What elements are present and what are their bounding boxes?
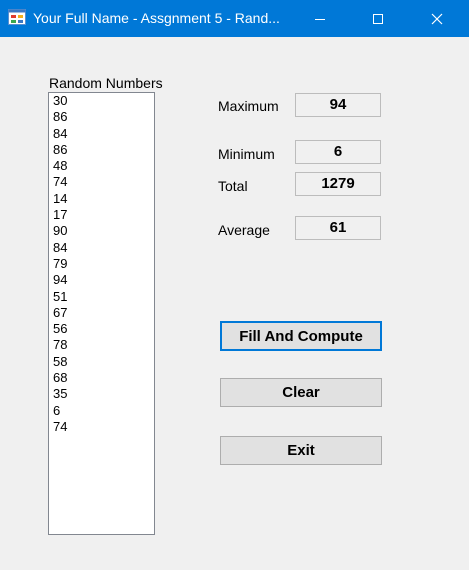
fill-and-compute-button[interactable]: Fill And Compute — [220, 321, 382, 351]
list-item[interactable]: 86 — [49, 142, 154, 158]
list-item[interactable]: 84 — [49, 126, 154, 142]
list-item[interactable]: 90 — [49, 223, 154, 239]
list-item[interactable]: 68 — [49, 370, 154, 386]
list-item[interactable]: 79 — [49, 256, 154, 272]
close-button[interactable] — [414, 0, 460, 37]
list-item[interactable]: 67 — [49, 305, 154, 321]
total-value: 1279 — [295, 172, 381, 196]
list-item[interactable]: 17 — [49, 207, 154, 223]
list-item[interactable]: 30 — [49, 93, 154, 109]
list-item[interactable]: 6 — [49, 403, 154, 419]
list-item[interactable]: 14 — [49, 191, 154, 207]
list-item[interactable]: 74 — [49, 174, 154, 190]
clear-button[interactable]: Clear — [220, 378, 382, 407]
list-item[interactable]: 78 — [49, 337, 154, 353]
list-item[interactable]: 74 — [49, 419, 154, 435]
random-numbers-label: Random Numbers — [49, 75, 163, 91]
exit-button[interactable]: Exit — [220, 436, 382, 465]
list-item[interactable]: 86 — [49, 109, 154, 125]
minimize-button[interactable] — [297, 0, 343, 37]
maximum-value: 94 — [295, 93, 381, 117]
maximize-button[interactable] — [355, 0, 401, 37]
list-item[interactable]: 58 — [49, 354, 154, 370]
total-label: Total — [218, 178, 248, 194]
window-title: Your Full Name - Assgnment 5 - Rand... — [33, 10, 280, 26]
list-item[interactable]: 56 — [49, 321, 154, 337]
app-window-icon — [8, 9, 26, 25]
minimize-icon — [315, 18, 325, 20]
title-bar[interactable]: Your Full Name - Assgnment 5 - Rand... — [0, 0, 469, 37]
maximum-label: Maximum — [218, 98, 279, 114]
maximize-icon — [373, 13, 383, 24]
minimum-label: Minimum — [218, 146, 275, 162]
close-icon — [431, 13, 443, 24]
random-numbers-listbox[interactable]: 30 86 84 86 48 74 14 17 90 84 79 94 51 67 56 78 58 68 35 6 7… — [48, 92, 155, 535]
list-item[interactable]: 48 — [49, 158, 154, 174]
list-item[interactable]: 51 — [49, 289, 154, 305]
list-item[interactable]: 94 — [49, 272, 154, 288]
minimum-value: 6 — [295, 140, 381, 164]
list-item[interactable]: 84 — [49, 240, 154, 256]
list-item[interactable]: 35 — [49, 386, 154, 402]
average-label: Average — [218, 222, 270, 238]
average-value: 61 — [295, 216, 381, 240]
